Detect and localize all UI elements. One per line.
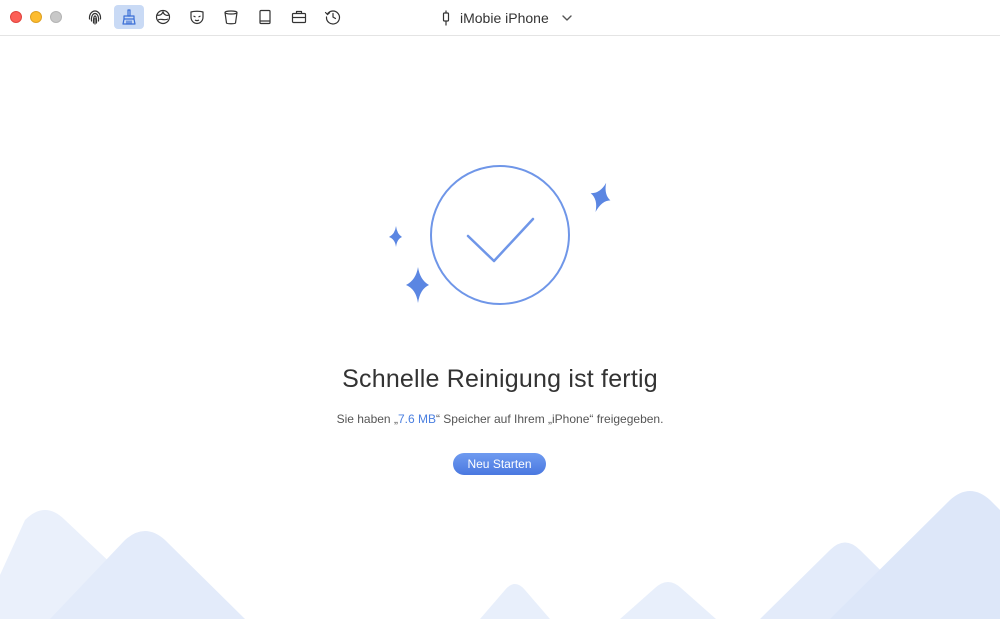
privacy-mask-icon bbox=[190, 10, 204, 25]
toolbox-icon bbox=[291, 10, 307, 24]
message-prefix: Sie haben „ bbox=[336, 412, 398, 426]
check-icon bbox=[466, 217, 535, 263]
close-window-button[interactable] bbox=[10, 11, 22, 23]
history-clock-icon bbox=[324, 10, 341, 25]
chevron-down-icon bbox=[562, 15, 572, 21]
toolbar-history[interactable] bbox=[318, 5, 348, 29]
trash-bin-icon bbox=[224, 10, 238, 25]
toolbar-cleaner[interactable] bbox=[114, 5, 144, 29]
sparkle-icon bbox=[406, 267, 429, 303]
toolbar-fingerprint[interactable] bbox=[80, 5, 110, 29]
device-selector[interactable]: iMobie iPhone bbox=[440, 8, 573, 28]
freed-size: 7.6 MB bbox=[397, 412, 436, 426]
toolbar-book[interactable] bbox=[250, 5, 280, 29]
globe-icon bbox=[155, 9, 171, 25]
toolbar-toolbox[interactable] bbox=[284, 5, 314, 29]
title-bar: iMobie iPhone bbox=[0, 0, 1000, 36]
app-window: iMobie iPhone Schnelle Reinigung ist fer… bbox=[0, 0, 1000, 619]
toolbar-globe[interactable] bbox=[148, 5, 178, 29]
message-suffix: “ Speicher auf Ihrem „iPhone“ freigegebe… bbox=[435, 412, 664, 426]
phone-cable-icon bbox=[442, 10, 450, 26]
restart-button[interactable]: Neu Starten bbox=[453, 453, 546, 475]
result-title: Schnelle Reinigung ist fertig bbox=[342, 365, 658, 393]
result-message: Sie haben „7.6 MB“ Speicher auf Ihrem „i… bbox=[0, 412, 1000, 426]
fingerprint-icon bbox=[88, 10, 102, 25]
minimize-window-button[interactable] bbox=[30, 11, 42, 23]
sparkle-icon bbox=[590, 182, 611, 213]
book-icon bbox=[259, 9, 271, 25]
toolbar-bin[interactable] bbox=[216, 5, 246, 29]
device-name: iMobie iPhone bbox=[460, 10, 549, 26]
zoom-window-button[interactable] bbox=[50, 11, 62, 23]
broom-cleaner-icon bbox=[122, 9, 136, 25]
success-circle bbox=[430, 165, 570, 305]
sparkle-icon bbox=[389, 226, 402, 247]
toolbar-privacy[interactable] bbox=[182, 5, 212, 29]
success-graphic bbox=[389, 165, 611, 305]
